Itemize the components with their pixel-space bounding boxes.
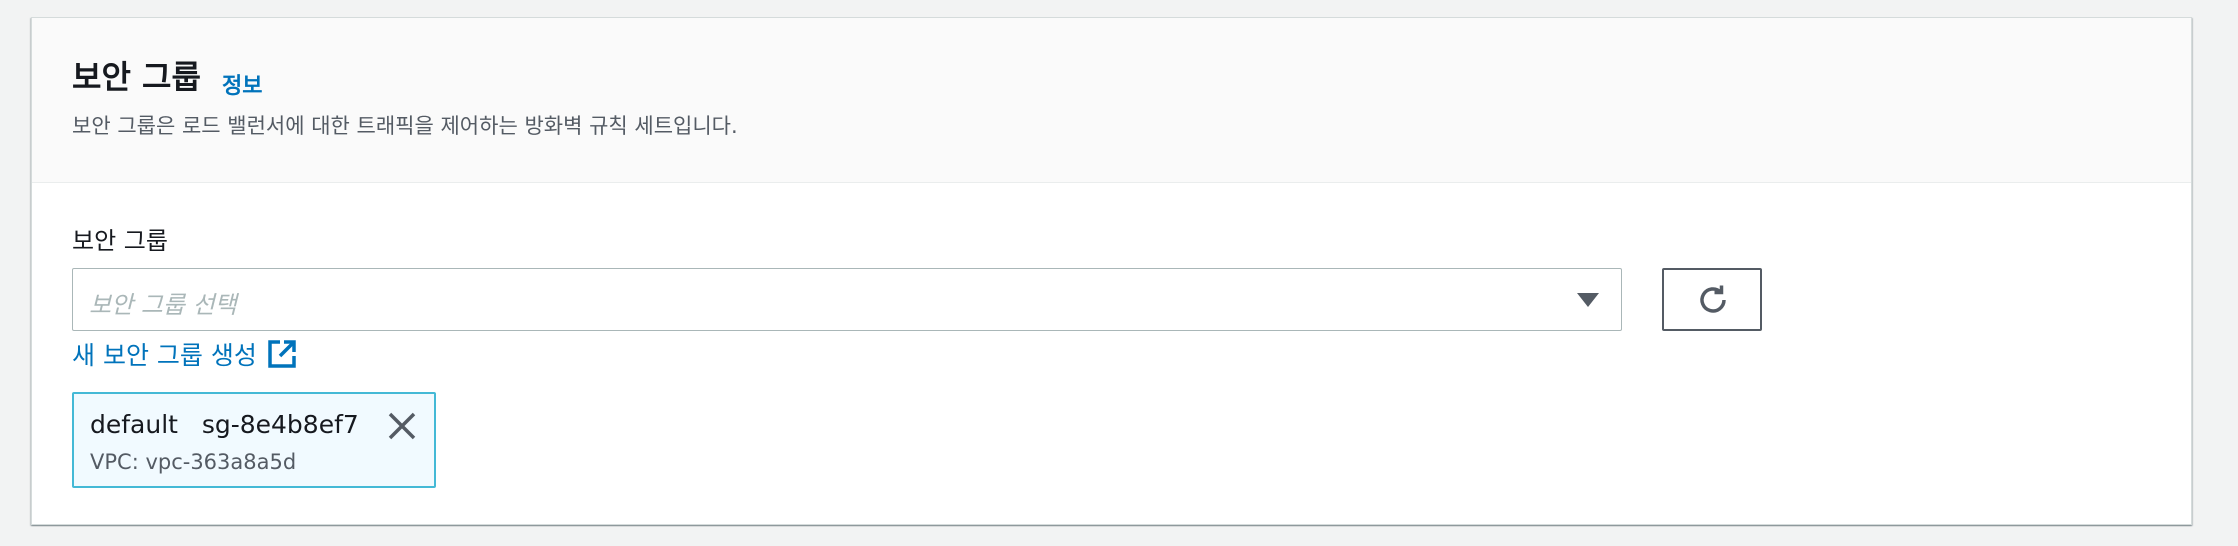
token-vpc: VPC: vpc-363a8a5d <box>90 450 297 474</box>
selected-security-group-token: default sg-8e4b8ef7 VPC: vpc-363a8a5d <box>72 392 436 488</box>
close-icon <box>388 412 416 440</box>
info-link[interactable]: 정보 <box>222 68 262 100</box>
token-id: sg-8e4b8ef7 <box>201 410 359 439</box>
panel-description: 보안 그룹은 로드 밸런서에 대한 트래픽을 제어하는 방화벽 규칙 세트입니다… <box>72 114 738 138</box>
security-group-select[interactable]: 보안 그룹 선택 <box>72 268 1622 331</box>
token-name: default <box>90 410 178 439</box>
create-link-label: 새 보안 그룹 생성 <box>72 341 257 370</box>
security-group-panel: 보안 그룹 정보 보안 그룹은 로드 밸런서에 대한 트래픽을 제어하는 방화벽… <box>31 17 2192 525</box>
token-dismiss-button[interactable] <box>386 410 418 442</box>
create-security-group-link[interactable]: 새 보안 그룹 생성 <box>72 336 297 372</box>
caret-down-icon <box>1577 293 1599 307</box>
external-link-icon <box>267 339 297 369</box>
refresh-icon <box>1700 285 1726 313</box>
refresh-button[interactable] <box>1662 268 1762 331</box>
security-group-label: 보안 그룹 <box>72 227 168 255</box>
token-title: default sg-8e4b8ef7 <box>90 410 359 439</box>
select-placeholder: 보안 그룹 선택 <box>89 291 237 319</box>
panel-header: 보안 그룹 정보 보안 그룹은 로드 밸런서에 대한 트래픽을 제어하는 방화벽… <box>32 18 2191 183</box>
panel-title: 보안 그룹 <box>72 58 201 96</box>
